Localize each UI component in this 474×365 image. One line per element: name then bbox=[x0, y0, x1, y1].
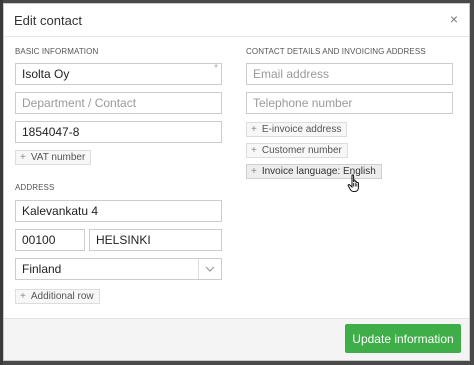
business-id-field[interactable]: 1854047-8 bbox=[15, 121, 222, 143]
name-field[interactable]: Isolta Oy * bbox=[15, 63, 222, 85]
postcode-field[interactable]: 00100 bbox=[15, 229, 85, 251]
additional-row-label: Additional row bbox=[30, 291, 94, 302]
plus-icon: + bbox=[251, 166, 257, 177]
name-value: Isolta Oy bbox=[22, 67, 70, 81]
hand-pointer-icon bbox=[347, 174, 359, 192]
plus-icon: + bbox=[20, 152, 26, 163]
dialog-title: Edit contact bbox=[14, 13, 82, 28]
dialog-footer: Update information bbox=[4, 318, 469, 360]
city-field[interactable]: HELSINKI bbox=[89, 229, 222, 251]
add-e-invoice-address-button[interactable]: + E-invoice address bbox=[246, 122, 348, 137]
e-invoice-label: E-invoice address bbox=[261, 124, 342, 135]
add-additional-row-button[interactable]: + Additional row bbox=[15, 289, 100, 304]
address-label: ADDRESS bbox=[15, 183, 55, 192]
customer-number-label: Customer number bbox=[261, 145, 342, 156]
country-dropdown-toggle[interactable] bbox=[198, 259, 221, 279]
telephone-field[interactable]: Telephone number bbox=[246, 92, 453, 114]
dialog-header: Edit contact × bbox=[4, 4, 469, 37]
edit-contact-dialog: Edit contact × BASIC INFORMATION Isolta … bbox=[3, 3, 470, 361]
close-icon[interactable]: × bbox=[450, 12, 458, 26]
chevron-down-icon bbox=[205, 266, 215, 272]
vat-number-label: VAT number bbox=[30, 152, 86, 163]
department-field[interactable]: Department / Contact bbox=[15, 92, 222, 114]
update-information-button[interactable]: Update information bbox=[345, 324, 461, 353]
plus-icon: + bbox=[251, 124, 257, 135]
plus-icon: + bbox=[251, 145, 257, 156]
email-field[interactable]: Email address bbox=[246, 63, 453, 85]
country-value: Finland bbox=[22, 262, 62, 276]
basic-information-label: BASIC INFORMATION bbox=[15, 47, 99, 56]
add-vat-number-button[interactable]: + VAT number bbox=[15, 150, 92, 165]
street-address-field[interactable]: Kalevankatu 4 bbox=[15, 200, 222, 222]
invoice-language-button[interactable]: + Invoice language: English bbox=[246, 164, 382, 179]
add-customer-number-button[interactable]: + Customer number bbox=[246, 143, 348, 158]
contact-details-label: CONTACT DETAILS AND INVOICING ADDRESS bbox=[246, 47, 426, 56]
plus-icon: + bbox=[20, 291, 26, 302]
required-mark: * bbox=[214, 63, 218, 74]
country-select[interactable]: Finland bbox=[15, 258, 222, 280]
